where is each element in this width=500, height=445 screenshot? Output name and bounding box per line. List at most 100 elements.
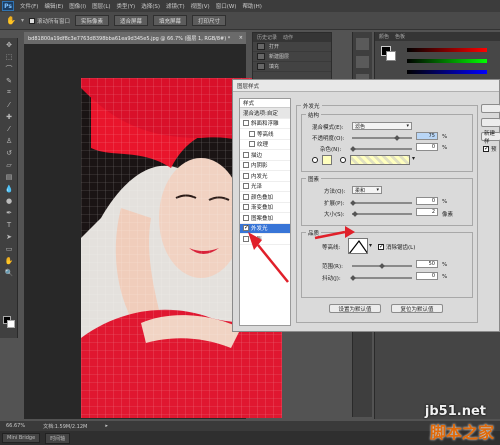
style-satin[interactable]: 光泽: [240, 182, 290, 192]
jitter-slider[interactable]: [352, 277, 412, 279]
range-input[interactable]: 50: [416, 260, 438, 268]
style-inner-shadow[interactable]: 内阴影: [240, 161, 290, 171]
green-slider[interactable]: [407, 59, 487, 63]
lasso-tool-icon[interactable]: ⌒: [2, 63, 16, 74]
red-slider[interactable]: [407, 48, 487, 52]
checkbox[interactable]: [243, 214, 249, 221]
menu-help[interactable]: 帮助(H): [242, 2, 261, 10]
size-slider[interactable]: [352, 213, 412, 215]
zoom-tool-icon[interactable]: 🔍: [2, 267, 16, 278]
healing-brush-tool-icon[interactable]: ✚: [2, 111, 16, 122]
ok-button[interactable]: [481, 104, 500, 113]
gradient-radio[interactable]: [340, 157, 346, 163]
set-default-button[interactable]: 设置为默认值: [329, 304, 381, 313]
glow-gradient-swatch[interactable]: [350, 155, 410, 165]
hand-tool-icon[interactable]: ✋: [6, 16, 16, 25]
contour-preview[interactable]: [348, 238, 368, 254]
menu-filter[interactable]: 滤镜(T): [166, 2, 185, 10]
shape-tool-icon[interactable]: ▭: [2, 243, 16, 254]
checkbox[interactable]: [243, 235, 249, 242]
checkbox[interactable]: [249, 141, 255, 148]
style-stroke[interactable]: 描边: [240, 150, 290, 161]
opacity-slider[interactable]: [352, 137, 412, 139]
pen-tool-icon[interactable]: ✒: [2, 207, 16, 218]
panel-toggle-icon[interactable]: [356, 38, 369, 50]
method-select[interactable]: 柔和 ▾: [352, 186, 382, 194]
history-item-new-layer[interactable]: 新建图层: [253, 52, 331, 62]
menu-edit[interactable]: 编辑(E): [44, 2, 63, 10]
history-item-open[interactable]: 打开: [253, 42, 331, 52]
checkbox[interactable]: [243, 172, 249, 179]
opacity-input[interactable]: 75: [416, 132, 438, 140]
checkbox[interactable]: [243, 120, 249, 127]
history-brush-tool-icon[interactable]: ↺: [2, 147, 16, 158]
chevron-right-icon[interactable]: ▸: [105, 423, 108, 429]
eyedropper-tool-icon[interactable]: ⁄: [2, 99, 16, 110]
fit-screen-button[interactable]: 适合屏幕: [114, 15, 149, 26]
checkbox[interactable]: [243, 193, 249, 200]
checkbox[interactable]: [243, 183, 249, 190]
noise-input[interactable]: 0: [416, 143, 438, 151]
style-inner-glow[interactable]: 内发光: [240, 171, 290, 182]
menu-image[interactable]: 图像(I): [69, 2, 86, 10]
checkbox[interactable]: [243, 151, 249, 158]
jitter-input[interactable]: 0: [416, 272, 438, 280]
tab-swatches[interactable]: 色板: [395, 33, 405, 40]
document-tab[interactable]: bd81800a19df8c3e7763d8398bba61ea9d345e5.…: [24, 32, 246, 44]
menu-type[interactable]: 类型(Y): [117, 2, 136, 10]
zoom-level[interactable]: 66.67%: [6, 423, 25, 429]
marquee-tool-icon[interactable]: ⬚: [2, 51, 16, 62]
hand-tool-sidebar-icon[interactable]: ✋: [2, 255, 16, 266]
style-list-header[interactable]: 样式: [240, 99, 290, 108]
actual-pixels-button[interactable]: 实际像素: [75, 15, 110, 26]
glow-color-swatch[interactable]: [322, 155, 332, 165]
reset-default-button[interactable]: 复位为默认值: [391, 304, 443, 313]
style-gradient-overlay[interactable]: 渐变叠加: [240, 203, 290, 213]
menu-layer[interactable]: 图层(L): [92, 2, 110, 10]
blue-slider[interactable]: [407, 70, 487, 74]
checkbox[interactable]: [249, 130, 255, 137]
noise-slider[interactable]: [352, 148, 412, 150]
tab-history[interactable]: 历史记录: [257, 34, 277, 41]
blur-tool-icon[interactable]: 💧: [2, 183, 16, 194]
close-icon[interactable]: ×: [239, 35, 246, 41]
history-item-fill[interactable]: 填充: [253, 62, 331, 72]
menu-window[interactable]: 窗口(W): [216, 2, 237, 10]
eraser-tool-icon[interactable]: ▱: [2, 159, 16, 170]
print-size-button[interactable]: 打印尺寸: [192, 15, 227, 26]
panel-toggle-icon[interactable]: [356, 56, 369, 68]
preview-checkbox[interactable]: [483, 145, 489, 152]
style-color-overlay[interactable]: 颜色叠加: [240, 192, 290, 203]
blend-mode-select[interactable]: 滤色 ▾: [352, 122, 412, 130]
size-input[interactable]: 2: [416, 208, 438, 216]
chevron-down-icon[interactable]: ▾: [412, 155, 415, 162]
quick-select-tool-icon[interactable]: ✎: [2, 75, 16, 86]
new-style-button[interactable]: 新建样: [481, 131, 500, 145]
cancel-button[interactable]: [481, 118, 500, 127]
crop-tool-icon[interactable]: ⌗: [2, 87, 16, 98]
checkbox[interactable]: [243, 224, 249, 232]
anti-alias-checkbox[interactable]: [378, 243, 384, 250]
dodge-tool-icon[interactable]: ●: [2, 195, 16, 206]
style-drop-shadow[interactable]: 投影: [240, 234, 290, 245]
menu-view[interactable]: 视图(V): [191, 2, 210, 10]
spread-slider[interactable]: [352, 202, 412, 204]
tab-timeline[interactable]: 时间轴: [45, 432, 71, 444]
checkbox[interactable]: [243, 204, 249, 211]
tab-color[interactable]: 颜色: [379, 33, 389, 40]
tab-mini-bridge[interactable]: Mini Bridge: [2, 433, 41, 443]
fill-screen-button[interactable]: 填充屏幕: [153, 15, 188, 26]
spread-input[interactable]: 0: [416, 197, 438, 205]
clone-stamp-tool-icon[interactable]: ♙: [2, 135, 16, 146]
checkbox-box[interactable]: [28, 17, 35, 24]
style-blending-options[interactable]: 混合选项:自定: [240, 108, 290, 119]
scroll-all-windows-checkbox[interactable]: 滚动所有窗口: [28, 17, 70, 25]
brush-tool-icon[interactable]: ⁄: [2, 123, 16, 134]
background-color-swatch[interactable]: [7, 320, 15, 328]
gradient-tool-icon[interactable]: ▤: [2, 171, 16, 182]
type-tool-icon[interactable]: T: [2, 219, 16, 230]
checkbox[interactable]: [243, 162, 249, 169]
tab-actions[interactable]: 动作: [283, 34, 293, 41]
style-bevel-emboss[interactable]: 斜面和浮雕: [240, 119, 290, 129]
solid-color-radio[interactable]: [312, 157, 318, 163]
